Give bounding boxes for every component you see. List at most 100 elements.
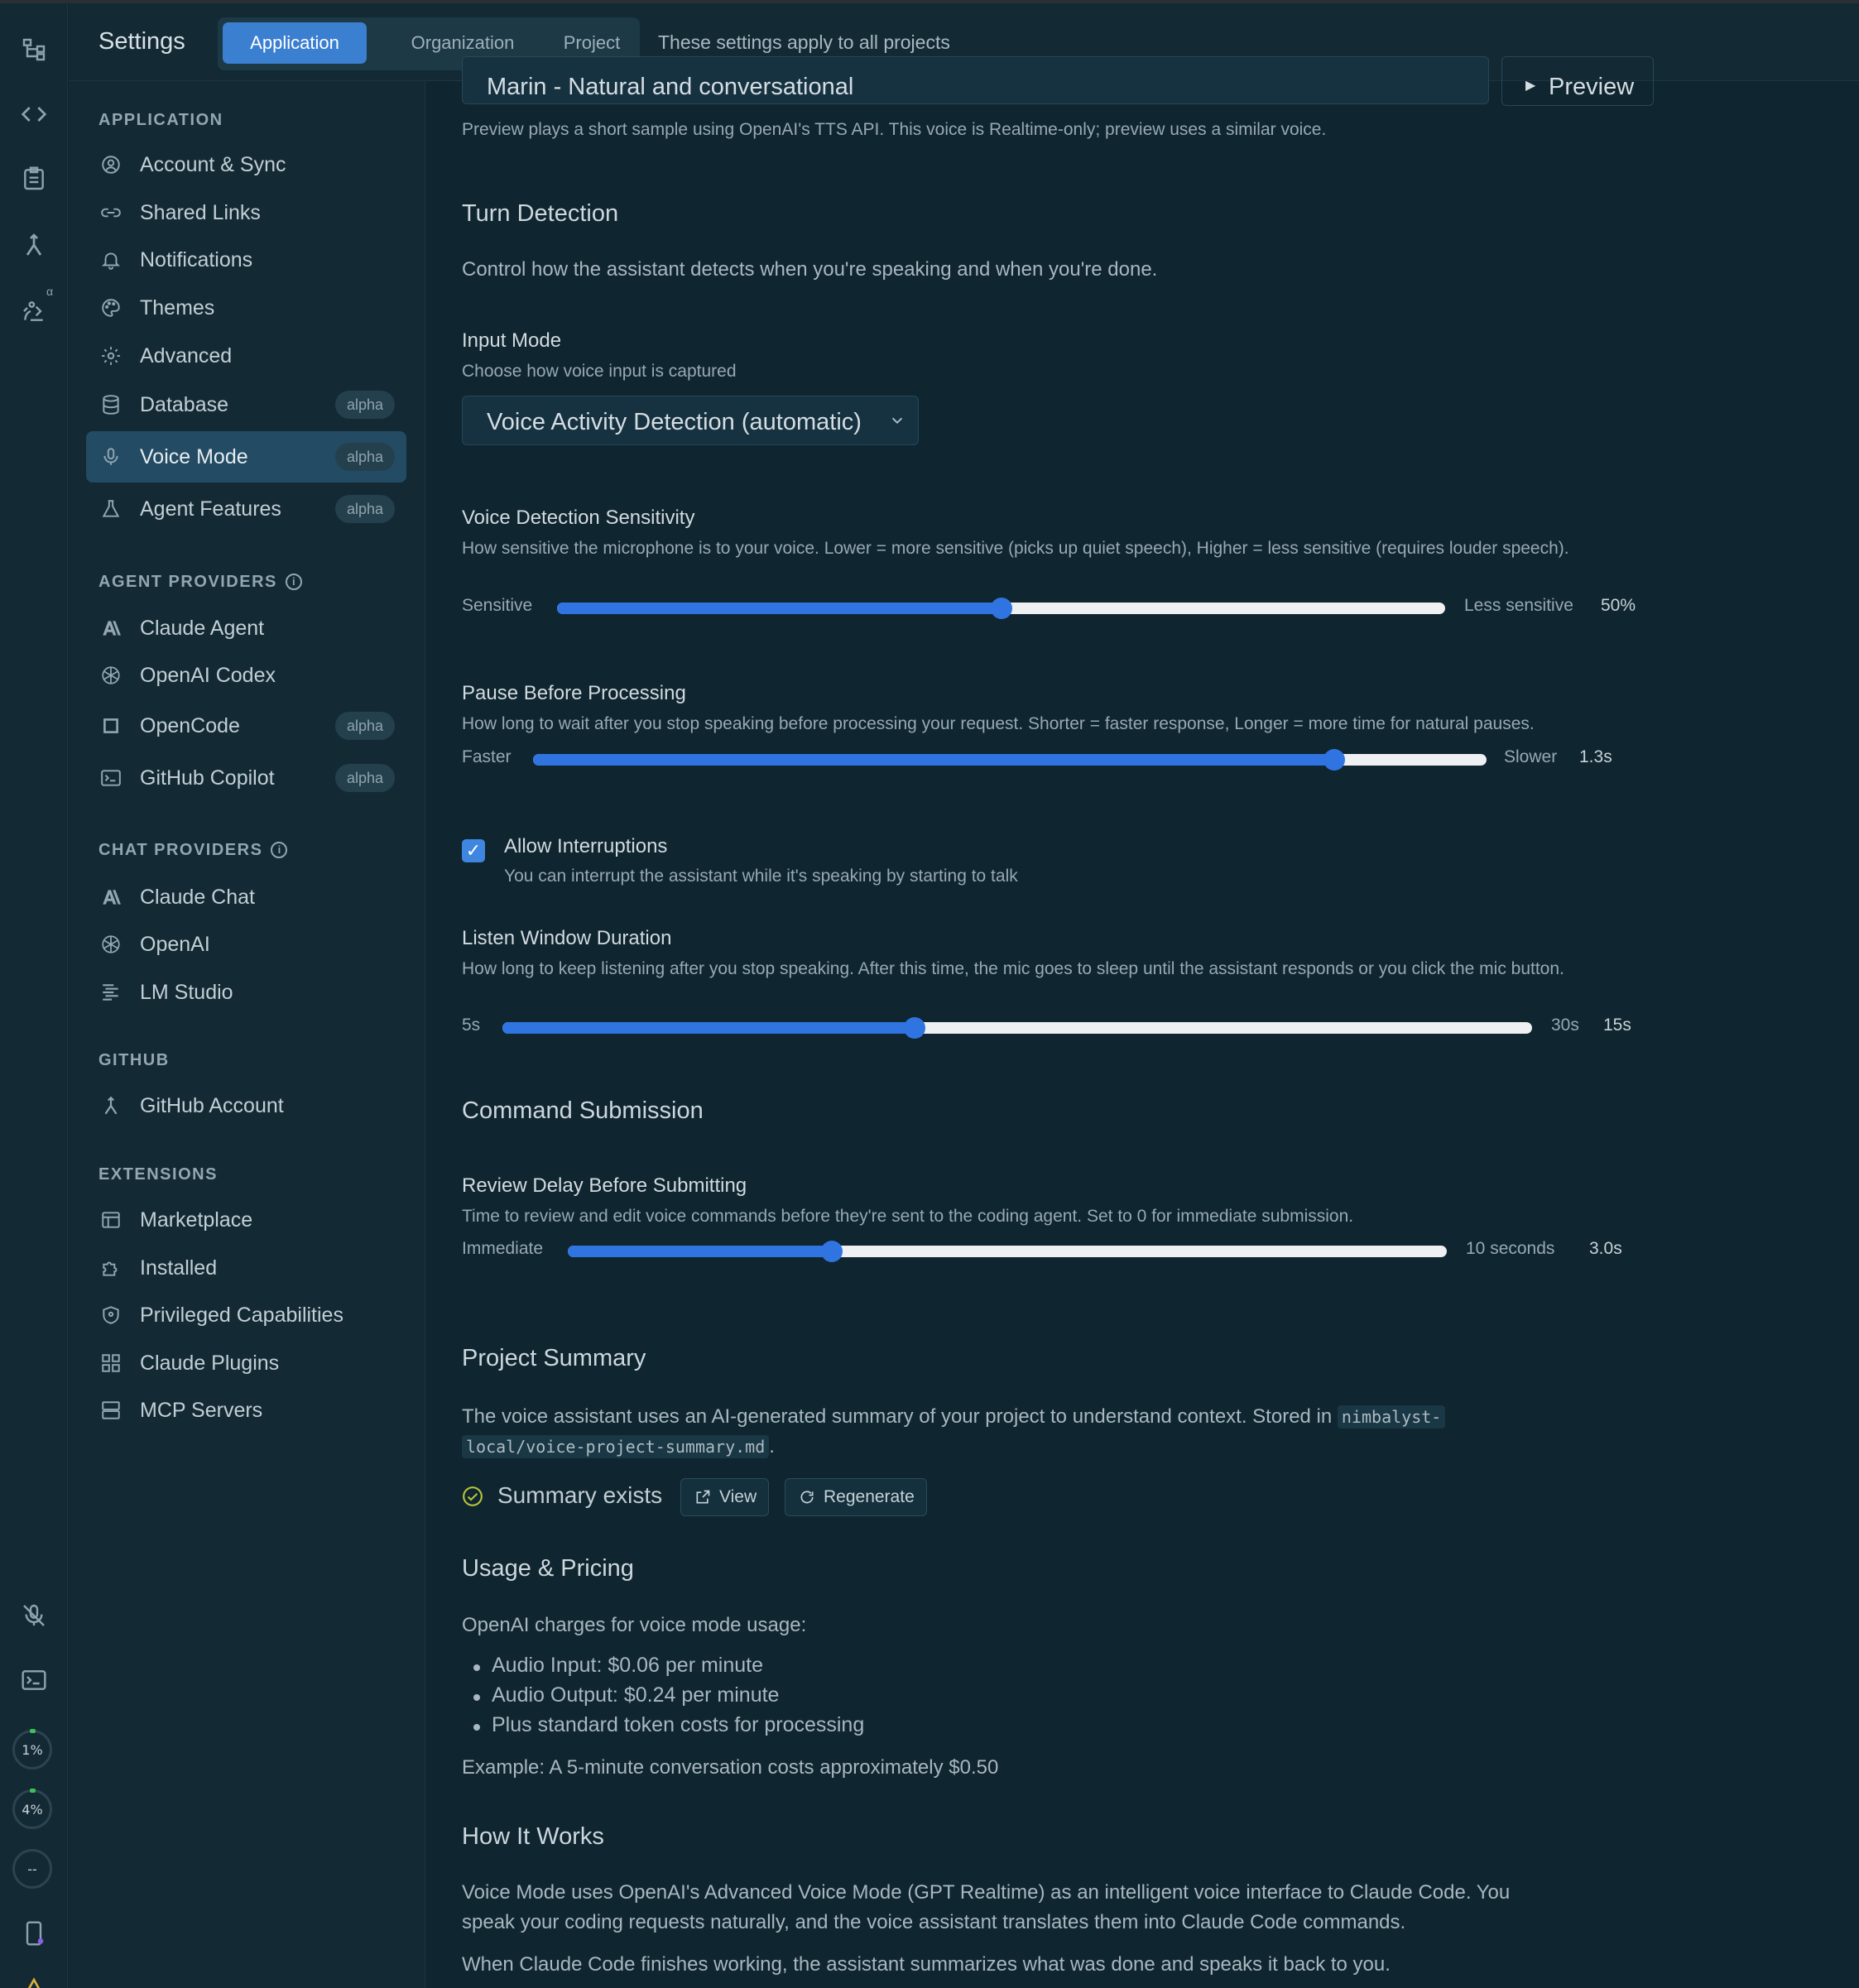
sidebar-item-privileged-capabilities[interactable]: Privileged Capabilities — [86, 1289, 406, 1341]
sidebar-item-opencode[interactable]: OpenCode alpha — [86, 700, 406, 752]
sidebar-item-account-sync[interactable]: Account & Sync — [86, 139, 406, 190]
document-list-icon[interactable] — [16, 161, 52, 197]
external-link-icon — [696, 1490, 710, 1504]
alpha-badge: alpha — [334, 712, 395, 740]
sidebar-item-notifications[interactable]: Notifications — [86, 234, 406, 286]
chevron-down-icon — [891, 417, 903, 425]
slider-thumb[interactable] — [903, 1017, 925, 1039]
tab-application[interactable]: Application — [223, 22, 367, 64]
view-button-label: View — [719, 1487, 757, 1506]
review-delay-slider-row: Immediate 10 seconds 3.0s — [462, 1239, 1670, 1264]
terminal-icon — [100, 767, 122, 789]
code-icon[interactable] — [16, 96, 52, 132]
slider-min-label: 5s — [462, 1016, 481, 1035]
page-title: Settings — [98, 28, 185, 55]
sensitivity-slider[interactable] — [557, 598, 1445, 619]
microphone-off-icon[interactable] — [16, 1597, 52, 1634]
sensitivity-label: Voice Detection Sensitivity — [462, 507, 695, 529]
view-summary-button[interactable]: View — [680, 1478, 770, 1516]
project-tree-icon[interactable] — [16, 31, 52, 68]
sidebar-item-openai-codex[interactable]: OpenAI Codex — [86, 650, 406, 701]
sidebar-item-claude-agent[interactable]: Claude Agent — [86, 603, 406, 654]
sidebar-item-label: Themes — [140, 296, 215, 319]
slider-min-label: Immediate — [462, 1239, 544, 1258]
settings-sidebar: APPLICATION Account & Sync Shared Links … — [69, 81, 425, 1988]
sidebar-item-advanced[interactable]: Advanced — [86, 330, 406, 382]
square-icon — [100, 715, 122, 737]
sidebar-item-mcp-servers[interactable]: MCP Servers — [86, 1385, 406, 1436]
input-mode-value: Voice Activity Detection (automatic) — [487, 409, 862, 435]
refresh-icon — [800, 1491, 814, 1504]
how-it-works-para1-line2: speak your coding requests naturally, an… — [462, 1911, 1406, 1933]
bell-icon — [100, 249, 122, 271]
sidebar-item-shared-links[interactable]: Shared Links — [86, 187, 406, 238]
sidebar-item-lm-studio[interactable]: LM Studio — [86, 967, 406, 1018]
slider-fill — [557, 603, 1002, 614]
sidebar-item-claude-plugins[interactable]: Claude Plugins — [86, 1337, 406, 1389]
agent-alpha-icon[interactable] — [16, 293, 52, 329]
project-summary-period: . — [769, 1435, 775, 1457]
voice-select[interactable]: Marin - Natural and conversational — [462, 56, 1489, 104]
preview-button[interactable]: ▶ Preview — [1501, 56, 1654, 106]
slider-max-label: Slower — [1504, 747, 1558, 766]
sidebar-item-openai[interactable]: OpenAI — [86, 919, 406, 970]
slider-thumb[interactable] — [990, 598, 1012, 619]
sidebar-item-claude-chat[interactable]: Claude Chat — [86, 872, 406, 923]
sidebar-item-installed[interactable]: Installed — [86, 1242, 406, 1294]
review-delay-slider[interactable] — [568, 1241, 1447, 1262]
sidebar-item-github-account[interactable]: GitHub Account — [86, 1080, 406, 1131]
sidebar-item-agent-features[interactable]: Agent Features alpha — [86, 483, 406, 535]
allow-interruptions-checkbox[interactable]: ✓ — [462, 839, 485, 862]
sensitivity-hint: How sensitive the microphone is to your … — [462, 539, 1569, 558]
slider-value: 15s — [1603, 1016, 1631, 1035]
git-merge-icon[interactable] — [16, 227, 52, 263]
usage-ring-1[interactable]: 1% — [12, 1729, 52, 1770]
regenerate-button-label: Regenerate — [824, 1487, 915, 1506]
sidebar-item-voice-mode[interactable]: Voice Mode alpha — [86, 431, 406, 483]
check-circle-icon — [462, 1486, 483, 1507]
section-heading-label: CHAT PROVIDERS — [98, 841, 263, 859]
sidebar-item-database[interactable]: Database alpha — [86, 379, 406, 430]
sidebar-item-label: Privileged Capabilities — [140, 1304, 343, 1327]
link-icon — [100, 202, 122, 223]
project-summary-description: The voice assistant uses an AI-generated… — [462, 1402, 1662, 1462]
flask-icon — [100, 498, 122, 520]
usage-ring-3[interactable]: -- — [12, 1849, 52, 1889]
regenerate-summary-button[interactable]: Regenerate — [785, 1478, 927, 1516]
user-circle-icon — [100, 154, 122, 175]
alpha-badge: alpha — [334, 443, 395, 471]
info-icon[interactable]: i — [271, 842, 288, 858]
slider-thumb[interactable] — [1323, 749, 1345, 771]
slider-thumb[interactable] — [820, 1241, 843, 1262]
section-heading-extensions: EXTENSIONS — [98, 1165, 218, 1184]
listen-window-slider[interactable] — [502, 1017, 1532, 1039]
sidebar-item-themes[interactable]: Themes — [86, 282, 406, 334]
warning-icon[interactable] — [16, 1971, 52, 1988]
pause-slider-row: Faster Slower 1.3s — [462, 747, 1670, 772]
terminal-icon[interactable] — [16, 1662, 52, 1698]
section-heading-application: APPLICATION — [98, 111, 223, 129]
allow-interruptions-label[interactable]: Allow Interruptions — [504, 835, 667, 858]
sidebar-item-label: Agent Features — [140, 497, 281, 521]
slider-value: 50% — [1601, 596, 1636, 615]
sidebar-item-github-copilot[interactable]: GitHub Copilot alpha — [86, 752, 406, 804]
section-title-command-submission: Command Submission — [462, 1097, 704, 1124]
puzzle-icon — [100, 1257, 122, 1279]
slider-value: 1.3s — [1579, 747, 1612, 766]
section-heading-chat-providers: CHAT PROVIDERS i — [98, 841, 288, 860]
pause-slider[interactable] — [533, 749, 1487, 771]
info-icon[interactable]: i — [285, 574, 302, 590]
sidebar-item-label: Claude Chat — [140, 886, 255, 909]
mobile-sync-icon[interactable] — [16, 1915, 52, 1952]
sidebar-item-marketplace[interactable]: Marketplace — [86, 1194, 406, 1246]
sidebar-item-label: OpenCode — [140, 714, 240, 737]
input-mode-select[interactable]: Voice Activity Detection (automatic) — [462, 396, 919, 445]
store-icon — [100, 1209, 122, 1231]
sidebar-item-label: OpenAI — [140, 933, 210, 956]
openai-icon — [100, 934, 122, 955]
list-item: Plus standard token costs for processing — [462, 1713, 864, 1743]
slider-fill — [502, 1022, 915, 1034]
alpha-badge: alpha — [334, 764, 395, 792]
usage-ring-2[interactable]: 4% — [12, 1789, 52, 1829]
sidebar-item-label: Voice Mode — [140, 445, 248, 468]
